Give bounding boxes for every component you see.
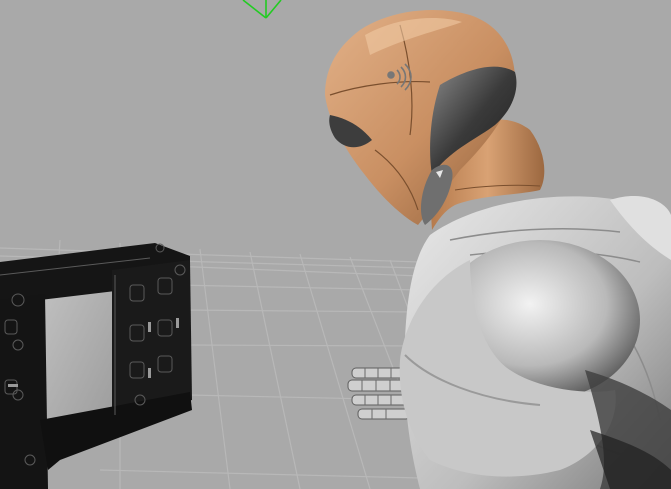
scene-canvas[interactable]: [0, 0, 671, 489]
fixture-frame-left: [0, 294, 48, 489]
3d-viewport[interactable]: [0, 0, 671, 489]
